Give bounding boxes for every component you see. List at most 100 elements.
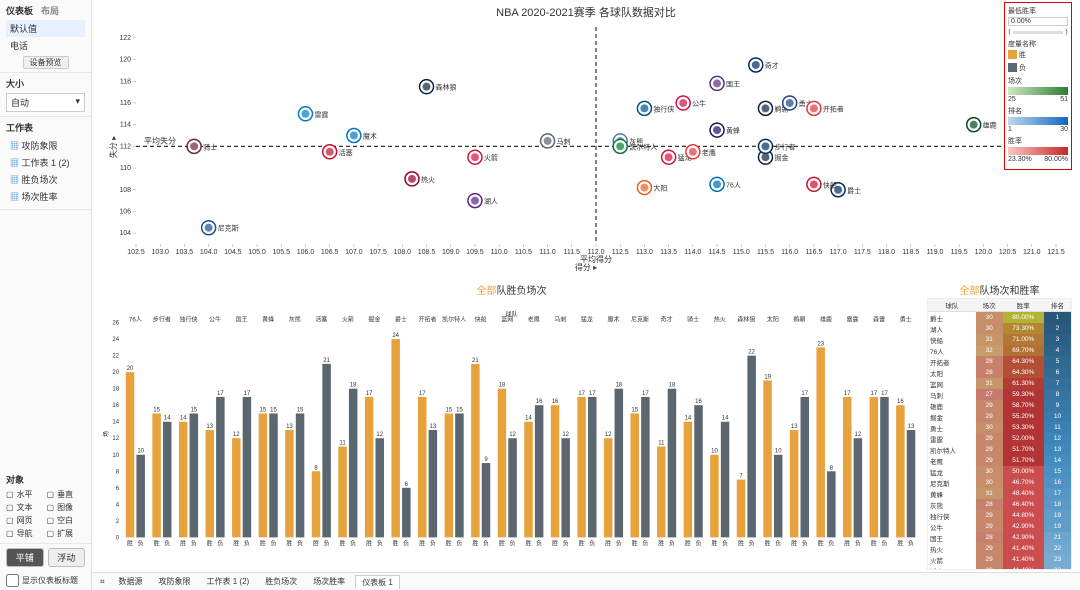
table-row[interactable]: 尼克斯3046.70%16: [928, 477, 1071, 488]
sheet-tab[interactable]: 工作表 1 (2): [201, 575, 256, 589]
dashboard-tab[interactable]: 仪表板: [6, 4, 33, 17]
svg-text:负: 负: [669, 539, 675, 547]
show-title-label: 显示仪表板标题: [22, 575, 78, 586]
table-row[interactable]: 热火2941.40%22: [928, 543, 1071, 554]
table-row[interactable]: 雷霆2952.00%12: [928, 433, 1071, 444]
svg-text:119.0: 119.0: [926, 249, 943, 256]
table-col[interactable]: 胜率: [1003, 299, 1044, 312]
table-row[interactable]: 爵士3080.00%1: [928, 312, 1071, 324]
object-item[interactable]: ▢水平: [6, 489, 45, 500]
table-row[interactable]: 勇士3053.30%11: [928, 422, 1071, 433]
svg-text:雷霆: 雷霆: [314, 111, 328, 119]
svg-text:21: 21: [472, 358, 479, 364]
table-col[interactable]: 场次: [976, 299, 1003, 312]
sheet-item[interactable]: ▦ 场次胜率: [6, 188, 85, 205]
bar-chart[interactable]: 02468101214161820222426球队76人2010胜负步行者151…: [100, 298, 923, 570]
svg-text:负: 负: [138, 539, 144, 547]
svg-text:负: 负: [297, 539, 303, 547]
svg-text:负: 负: [908, 539, 914, 547]
table-row[interactable]: 黄蜂3148.40%17: [928, 488, 1071, 499]
float-btn[interactable]: 浮动: [48, 548, 86, 567]
sheets-panel: 工作表 ▦ 攻防象限▦ 工作表 1 (2)▦ 胜负场次▦ 场次胜率: [0, 117, 91, 210]
size-select[interactable]: 自动 ▾: [6, 93, 85, 112]
svg-text:胜: 胜: [685, 539, 691, 547]
svg-text:老鹰: 老鹰: [528, 316, 540, 324]
tiled-btn[interactable]: 平铺: [6, 548, 44, 567]
svg-text:13: 13: [430, 424, 437, 430]
svg-text:15: 15: [456, 407, 463, 413]
sheet-tab[interactable]: 仪表板 1: [355, 575, 400, 589]
object-item[interactable]: ▢导航: [6, 528, 45, 539]
svg-text:14: 14: [525, 416, 532, 422]
table-row[interactable]: 猛龙3050.00%15: [928, 466, 1071, 477]
svg-text:尼克斯: 尼克斯: [218, 224, 239, 233]
table-row[interactable]: 凯尔特人2951.70%13: [928, 444, 1071, 455]
scatter-chart[interactable]: 102.5103.0103.5104.0104.5105.0105.5106.0…: [100, 22, 1072, 272]
sheet-item[interactable]: ▦ 胜负场次: [6, 171, 85, 188]
svg-text:黄蜂: 黄蜂: [262, 316, 274, 324]
table-row[interactable]: 活塞2941.40%23: [928, 565, 1071, 570]
show-title-checkbox[interactable]: [6, 574, 19, 587]
svg-text:灰熊: 灰熊: [289, 316, 301, 324]
table-row[interactable]: 马刺2759.30%8: [928, 389, 1071, 400]
sheet-tab[interactable]: 场次胜率: [307, 575, 351, 589]
phone-item[interactable]: 电话: [6, 37, 85, 54]
table-row[interactable]: 独行侠2944.80%19: [928, 510, 1071, 521]
sheet-tab[interactable]: 数据源: [113, 575, 149, 589]
table-row[interactable]: 湖人3073.30%2: [928, 323, 1071, 334]
table-col[interactable]: 球队: [928, 299, 976, 312]
sheet-icon: ▦: [10, 158, 19, 168]
svg-text:胜: 胜: [260, 539, 266, 547]
data-source-icon[interactable]: ⌗: [100, 577, 105, 587]
table-row[interactable]: 开拓者2864.30%5: [928, 356, 1071, 367]
sheet-item[interactable]: ▦ 攻防象限: [6, 137, 85, 154]
default-item[interactable]: 默认值: [6, 20, 85, 37]
svg-text:猛龙: 猛龙: [581, 316, 593, 324]
sheet-tab[interactable]: 攻防象限: [153, 575, 197, 589]
svg-text:16: 16: [112, 403, 119, 409]
sheet-tabs: ⌗ 数据源攻防象限工作表 1 (2)胜负场次场次胜率仪表板 1: [92, 572, 1080, 590]
table-row[interactable]: 掘金2955.20%10: [928, 411, 1071, 422]
table-row[interactable]: 公牛2942.90%19: [928, 521, 1071, 532]
object-item[interactable]: ▢垂直: [47, 489, 86, 500]
svg-text:111.5: 111.5: [564, 249, 581, 256]
table-row[interactable]: 快船3171.00%3: [928, 334, 1071, 345]
device-preview-btn[interactable]: 设备预览: [23, 56, 69, 69]
table-col[interactable]: 排名: [1044, 299, 1071, 312]
svg-text:胜: 胜: [366, 539, 372, 547]
objects-label: 对象: [6, 473, 85, 486]
svg-text:13: 13: [908, 424, 915, 430]
table-row[interactable]: 太阳2864.30%6: [928, 367, 1071, 378]
object-item[interactable]: ▢空白: [47, 515, 86, 526]
table-row[interactable]: 火箭2941.40%23: [928, 554, 1071, 565]
svg-text:火箭: 火箭: [342, 316, 354, 324]
svg-text:9: 9: [484, 457, 488, 463]
min-rate-slider[interactable]: ⟨⟩: [1008, 28, 1068, 36]
show-title-check-row[interactable]: 显示仪表板标题: [0, 571, 91, 590]
svg-text:胜: 胜: [393, 539, 399, 547]
svg-text:76人: 76人: [726, 181, 741, 189]
layout-tab[interactable]: 布局: [41, 4, 59, 17]
sheet-item[interactable]: ▦ 工作表 1 (2): [6, 154, 85, 171]
object-item[interactable]: ▢扩展: [47, 528, 86, 539]
object-item[interactable]: ▢图像: [47, 502, 86, 513]
object-item[interactable]: ▢文本: [6, 502, 45, 513]
table-row[interactable]: 老鹰2951.70%14: [928, 455, 1071, 466]
svg-text:16: 16: [536, 399, 543, 405]
rate-table[interactable]: 球队场次胜率排名 爵士3080.00%1湖人3073.30%2快船3171.00…: [928, 299, 1071, 570]
svg-text:114.5: 114.5: [709, 249, 726, 256]
svg-text:负: 负: [483, 539, 489, 547]
table-row[interactable]: 雄鹿2958.70%9: [928, 400, 1071, 411]
svg-text:胜: 胜: [738, 539, 744, 547]
svg-text:14: 14: [685, 416, 692, 422]
table-row[interactable]: 灰熊2846.40%18: [928, 499, 1071, 510]
sheet-tab[interactable]: 胜负场次: [259, 575, 303, 589]
table-row[interactable]: 76人3269.70%4: [928, 345, 1071, 356]
table-row[interactable]: 篮网3161.30%7: [928, 378, 1071, 389]
table-row[interactable]: 国王2842.90%21: [928, 532, 1071, 543]
svg-text:胜: 胜: [579, 539, 585, 547]
object-item[interactable]: ▢网页: [6, 515, 45, 526]
legend-card[interactable]: 最低胜率 0.00% ⟨⟩ 度量名称 胜 负 场次 2551 排名 130 胜率…: [1004, 2, 1072, 170]
svg-text:胜: 胜: [711, 539, 717, 547]
svg-text:胜: 胜: [446, 539, 452, 547]
